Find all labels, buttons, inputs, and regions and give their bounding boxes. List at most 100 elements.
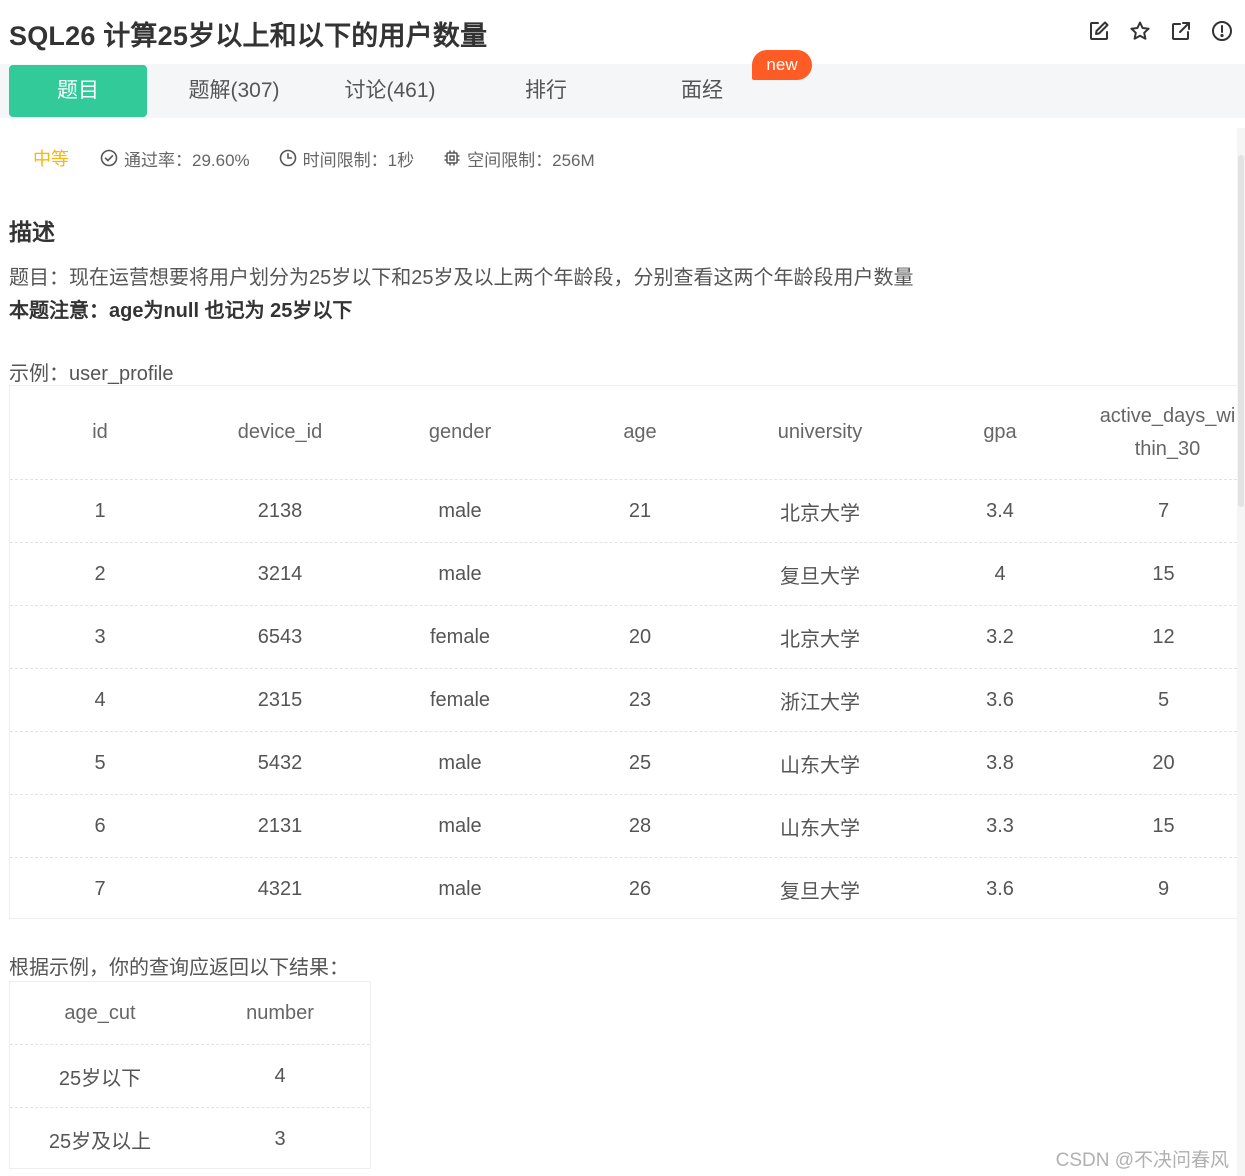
table-cell: [550, 543, 730, 605]
table-cell: 15: [1090, 543, 1237, 605]
table-cell: male: [438, 562, 482, 585]
table-cell: 5: [1090, 669, 1237, 731]
page-header: SQL26 计算25岁以上和以下的用户数量: [0, 0, 1245, 64]
table-row: 4 2315 female 23 浙江大学 3.6 5: [10, 669, 1237, 732]
tab-bar: 题目 题解(307) 讨论(461) 排行 面经: [0, 64, 1245, 118]
column-header: gpa: [983, 421, 1017, 443]
time-limit: 时间限制：1秒: [279, 146, 414, 171]
description-note: 本题注意：age为null 也记为 25岁以下: [9, 300, 353, 322]
table-cell: 复旦大学: [780, 880, 860, 903]
table-cell: 北京大学: [780, 628, 860, 651]
column-header: active_days_within_30: [1090, 386, 1237, 479]
table-cell-text: 20: [1152, 751, 1175, 774]
table-header: age_cut number: [10, 982, 370, 1045]
table-cell: 4: [94, 688, 106, 711]
difficulty-label: 中等: [33, 149, 69, 169]
column-header: gender: [428, 421, 492, 443]
table-cell: 12: [1090, 606, 1237, 668]
table-cell: 3.6: [986, 877, 1014, 900]
table-cell: 21: [628, 499, 652, 522]
table-cell-text: 12: [1152, 625, 1175, 648]
table-row: 25岁以下 4: [10, 1045, 370, 1108]
table-cell: 25: [628, 751, 652, 774]
chip-icon: [444, 150, 460, 166]
table-cell: 3.8: [986, 751, 1014, 774]
table-row: 7 4321 male 26 复旦大学 3.6 9: [10, 858, 1237, 918]
column-header: university: [777, 421, 863, 443]
tab-solutions[interactable]: 题解(307): [164, 65, 304, 117]
table-cell: male: [438, 814, 482, 837]
table-cell: 9: [1090, 858, 1237, 918]
column-header: age: [623, 421, 657, 443]
table-header: id device_id gender age university gpa a…: [10, 386, 1237, 480]
table-row: 25岁及以上 3: [10, 1108, 370, 1170]
result-label: 根据示例，你的查询应返回以下结果：: [9, 957, 349, 979]
table-cell: 25岁及以上: [48, 1130, 152, 1153]
table-cell: 20: [1090, 732, 1237, 794]
table-cell: 4: [994, 562, 1006, 585]
table-cell: 26: [628, 877, 652, 900]
table-cell: 2131: [257, 814, 303, 837]
example-label: 示例：user_profile: [9, 363, 174, 385]
page-title: SQL26 计算25岁以上和以下的用户数量: [9, 21, 488, 51]
table-cell: 3: [94, 625, 106, 648]
table-row: 6 2131 male 28 山东大学 3.3 15: [10, 795, 1237, 858]
table-cell: 2315: [257, 688, 303, 711]
tab-interviews[interactable]: 面经: [632, 65, 772, 117]
table-cell-text: 15: [1152, 562, 1175, 585]
table-cell: 7: [1090, 480, 1237, 542]
share-button[interactable]: [1170, 20, 1192, 42]
table-cell: 浙江大学: [780, 691, 860, 714]
report-button[interactable]: [1211, 20, 1233, 42]
space-limit-text: 空间限制：256M: [467, 150, 595, 170]
tab-ranking[interactable]: 排行: [476, 65, 616, 117]
edit-button[interactable]: [1088, 20, 1110, 42]
table-cell: 7: [94, 877, 106, 900]
table-cell-text: 15: [1152, 814, 1175, 837]
scrollbar-thumb[interactable]: [1238, 155, 1244, 507]
table-cell-text: 5: [1157, 688, 1170, 711]
table-cell: male: [438, 877, 482, 900]
tab-problem[interactable]: 题目: [9, 65, 147, 117]
table-cell: 28: [628, 814, 652, 837]
table-cell: 3: [274, 1127, 286, 1150]
table-cell-text: 7: [1157, 499, 1170, 522]
table-cell: female: [429, 688, 491, 711]
table-cell: 23: [628, 688, 652, 711]
clock-icon: [279, 149, 296, 167]
edit-icon: [1090, 21, 1109, 40]
new-badge: new: [752, 50, 812, 80]
check-circle-icon: [100, 149, 118, 167]
star-icon: [1130, 21, 1150, 40]
report-icon: [1212, 21, 1232, 41]
time-limit-text: 时间限制：1秒: [302, 150, 415, 170]
table-cell: 山东大学: [780, 754, 860, 777]
table-cell: 北京大学: [780, 502, 860, 525]
favorite-button[interactable]: [1129, 20, 1151, 42]
header-actions: [1088, 20, 1233, 42]
table-cell: female: [429, 625, 491, 648]
table-cell: 6543: [257, 625, 303, 648]
column-header: number: [246, 1001, 314, 1024]
column-header: age_cut: [64, 1001, 136, 1024]
table-cell: 5: [94, 751, 106, 774]
table-cell: 15: [1090, 795, 1237, 857]
result-table: age_cut number 25岁以下 4 25岁及以上 3: [9, 981, 371, 1169]
table-cell: 1: [94, 499, 106, 522]
table-cell: 3.6: [986, 688, 1014, 711]
watermark: CSDN @不决问春风: [1055, 1150, 1229, 1171]
table-cell: 2: [94, 562, 106, 585]
column-header: id: [92, 421, 108, 443]
table-cell: 山东大学: [780, 817, 860, 840]
example-table: id device_id gender age university gpa a…: [9, 385, 1238, 919]
column-header: device_id: [237, 421, 323, 443]
problem-meta: 中等 通过率：29.60% 时间限制：1秒 空间限制：256M: [33, 145, 624, 171]
table-cell: 3214: [257, 562, 303, 585]
pass-rate: 通过率：29.60%: [100, 146, 250, 171]
table-cell: 20: [628, 625, 652, 648]
table-cell-text: 9: [1157, 877, 1170, 900]
tab-discussion[interactable]: 讨论(461): [320, 65, 460, 117]
space-limit: 空间限制：256M: [443, 146, 595, 171]
table-cell: 4: [274, 1064, 286, 1087]
column-header-text: active_days_within_30: [1099, 404, 1236, 460]
